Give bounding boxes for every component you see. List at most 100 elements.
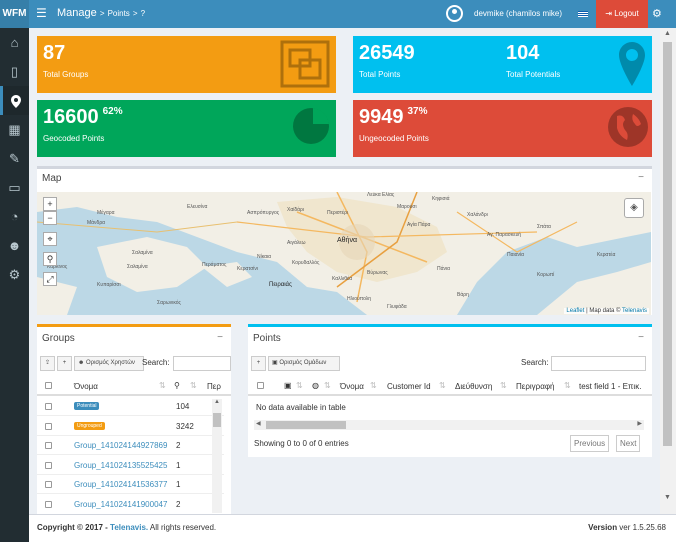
greek-flag-icon[interactable] bbox=[578, 11, 588, 17]
scroll-up-icon[interactable]: ▲ bbox=[214, 399, 220, 405]
upload-icon[interactable]: ⇪ bbox=[40, 356, 55, 371]
sidebar-cogs-icon[interactable]: ⚙ bbox=[0, 260, 29, 289]
table-row[interactable]: Potential 104 bbox=[37, 397, 224, 416]
points-horizontal-scrollbar[interactable]: ◀ ▶ bbox=[254, 420, 644, 430]
sidebar-mobile-icon[interactable]: ▯ bbox=[0, 57, 29, 86]
sort-icon[interactable]: ⇅ bbox=[190, 381, 197, 390]
group-name-link[interactable]: Group_141024144927869 bbox=[74, 441, 167, 450]
collapse-button[interactable]: − bbox=[217, 332, 223, 343]
row-checkbox[interactable] bbox=[45, 422, 52, 430]
previous-page-button[interactable]: Previous bbox=[570, 435, 610, 452]
provider-link[interactable]: Telenavis bbox=[622, 308, 647, 314]
image-column-icon[interactable]: ▣ bbox=[284, 381, 292, 390]
group-name-link[interactable]: Group_141024141536377 bbox=[74, 480, 167, 489]
column-test-field[interactable]: test field 1 - Επικ. bbox=[579, 382, 641, 391]
scroll-left-icon[interactable]: ◀ bbox=[256, 420, 261, 427]
group-name-link[interactable]: Group_141024141900047 bbox=[74, 500, 167, 509]
table-row[interactable]: Group_141024141536377 1 bbox=[37, 475, 224, 494]
stat-value: 9949 37% bbox=[359, 106, 428, 129]
add-group-button[interactable]: + bbox=[57, 356, 72, 371]
layers-icon[interactable]: ◈ bbox=[624, 198, 644, 218]
settings-cogs-icon[interactable]: ⚙ bbox=[652, 7, 662, 20]
assign-users-button[interactable]: ☻ Ορισμός Χρηστών bbox=[74, 356, 144, 371]
sidebar-map-marker-icon[interactable] bbox=[0, 86, 29, 115]
assign-groups-button[interactable]: ▣ Ορισμός Ομάδων bbox=[268, 356, 340, 371]
column-description[interactable]: Περιγραφή bbox=[516, 382, 554, 391]
scroll-right-icon[interactable]: ▶ bbox=[637, 420, 642, 427]
table-row[interactable]: Ungrouped 3242 bbox=[37, 417, 224, 436]
stat-total-groups[interactable]: 87 Total Groups bbox=[37, 36, 336, 93]
menu-toggle-icon[interactable]: ☰ bbox=[36, 6, 47, 20]
sidebar-home-icon[interactable]: ⌂ bbox=[0, 28, 29, 57]
crumb-points[interactable]: Points bbox=[108, 9, 130, 18]
group-badge[interactable]: Ungrouped bbox=[74, 421, 105, 430]
sort-icon[interactable]: ⇅ bbox=[500, 381, 507, 390]
crumb-help[interactable]: ? bbox=[141, 9, 145, 18]
add-point-button[interactable]: + bbox=[251, 356, 266, 371]
stat-label: Total Points bbox=[359, 70, 401, 79]
table-row[interactable]: Group_141024141900047 2 bbox=[37, 495, 224, 513]
globe-column-icon[interactable]: ◍ bbox=[312, 381, 319, 390]
zoom-in-button[interactable]: + bbox=[43, 197, 57, 211]
group-point-count: 3242 bbox=[176, 421, 194, 431]
stat-ungeocoded-points[interactable]: 9949 37% Ungeocoded Points bbox=[353, 100, 652, 157]
row-checkbox[interactable] bbox=[45, 442, 52, 449]
row-checkbox[interactable] bbox=[45, 461, 52, 469]
sort-icon[interactable]: ⇅ bbox=[324, 381, 331, 390]
scroll-thumb[interactable] bbox=[213, 413, 221, 427]
stat-total-points[interactable]: 26549 Total Points 104 Total Potentials bbox=[353, 36, 652, 93]
fullscreen-icon[interactable]: ⤢ bbox=[43, 272, 57, 286]
next-page-button[interactable]: Next bbox=[616, 435, 641, 452]
locate-crosshair-icon[interactable]: ⌖ bbox=[43, 232, 57, 246]
scroll-thumb[interactable] bbox=[266, 421, 346, 429]
leaflet-link[interactable]: Leaflet bbox=[566, 308, 584, 314]
page-scrollbar[interactable]: ▲ ▼ bbox=[660, 28, 676, 514]
sidebar-calendar-icon[interactable]: ▦ bbox=[0, 115, 29, 144]
table-row[interactable]: Group_141024144927869 2 bbox=[37, 436, 224, 455]
scroll-thumb[interactable] bbox=[663, 42, 672, 446]
table-row[interactable]: Group_141024135525425 1 bbox=[37, 456, 224, 475]
select-all-checkbox[interactable] bbox=[45, 382, 52, 389]
row-checkbox[interactable] bbox=[45, 500, 52, 508]
panel-title: Groups bbox=[42, 333, 75, 344]
company-link[interactable]: Telenavis. bbox=[110, 523, 148, 532]
row-checkbox[interactable] bbox=[45, 481, 52, 488]
column-name[interactable]: Όνομα bbox=[340, 382, 364, 391]
sort-icon[interactable]: ⇅ bbox=[296, 381, 303, 390]
select-all-checkbox[interactable] bbox=[257, 382, 264, 389]
sort-icon[interactable]: ⇅ bbox=[370, 381, 377, 390]
group-badge[interactable]: Potential bbox=[74, 402, 100, 410]
sidebar-laptop-icon[interactable]: ▭ bbox=[0, 173, 29, 202]
column-extra[interactable]: Περ bbox=[207, 382, 221, 391]
groups-scrollbar[interactable]: ▲ bbox=[212, 399, 222, 513]
sidebar-edit-icon[interactable]: ✎ bbox=[0, 144, 29, 173]
sidebar-users-icon[interactable]: ☻ bbox=[0, 231, 29, 260]
sort-icon[interactable]: ⇅ bbox=[564, 381, 571, 390]
collapse-button[interactable]: − bbox=[638, 172, 644, 183]
group-name-link[interactable]: Group_141024135525425 bbox=[74, 461, 167, 470]
points-search-input[interactable] bbox=[551, 356, 646, 371]
map-marker-control-icon[interactable]: ⚲ bbox=[43, 252, 57, 266]
zoom-out-button[interactable]: − bbox=[43, 211, 57, 225]
sidebar-pie-chart-icon[interactable]: ◔ bbox=[0, 202, 29, 231]
user-avatar-icon[interactable] bbox=[446, 5, 463, 22]
column-address[interactable]: Διεύθυνση bbox=[455, 382, 492, 391]
sidebar: ⌂ ▯ ▦ ✎ ▭ ◔ ☻ ⚙ bbox=[0, 28, 29, 542]
logout-button[interactable]: ⇥ Logout bbox=[596, 0, 648, 28]
brand-logo[interactable]: WFM bbox=[0, 0, 29, 28]
sort-icon[interactable]: ⇅ bbox=[439, 381, 446, 390]
scroll-up-icon[interactable]: ▲ bbox=[664, 30, 671, 37]
collapse-button[interactable]: − bbox=[638, 332, 644, 343]
groups-search-input[interactable] bbox=[173, 356, 231, 371]
scroll-down-icon[interactable]: ▼ bbox=[664, 494, 671, 501]
column-name[interactable]: Όνομα bbox=[74, 382, 98, 391]
search-label: Search: bbox=[142, 358, 170, 367]
row-checkbox[interactable] bbox=[45, 403, 52, 410]
map-view[interactable]: Μέγαρα Ελευσίνα Ασπρόπυργος Χαϊδάρι Περι… bbox=[37, 192, 651, 315]
sort-icon[interactable]: ⇅ bbox=[159, 381, 166, 390]
map-label: Χαϊδάρι bbox=[287, 207, 304, 213]
map-marker-column-icon[interactable]: ⚲ bbox=[174, 381, 180, 390]
stat-geocoded-points[interactable]: 16600 62% Geocoded Points bbox=[37, 100, 336, 157]
user-name[interactable]: devmike (chamilos mike) bbox=[474, 9, 562, 18]
column-customer-id[interactable]: Customer Id bbox=[387, 382, 431, 391]
